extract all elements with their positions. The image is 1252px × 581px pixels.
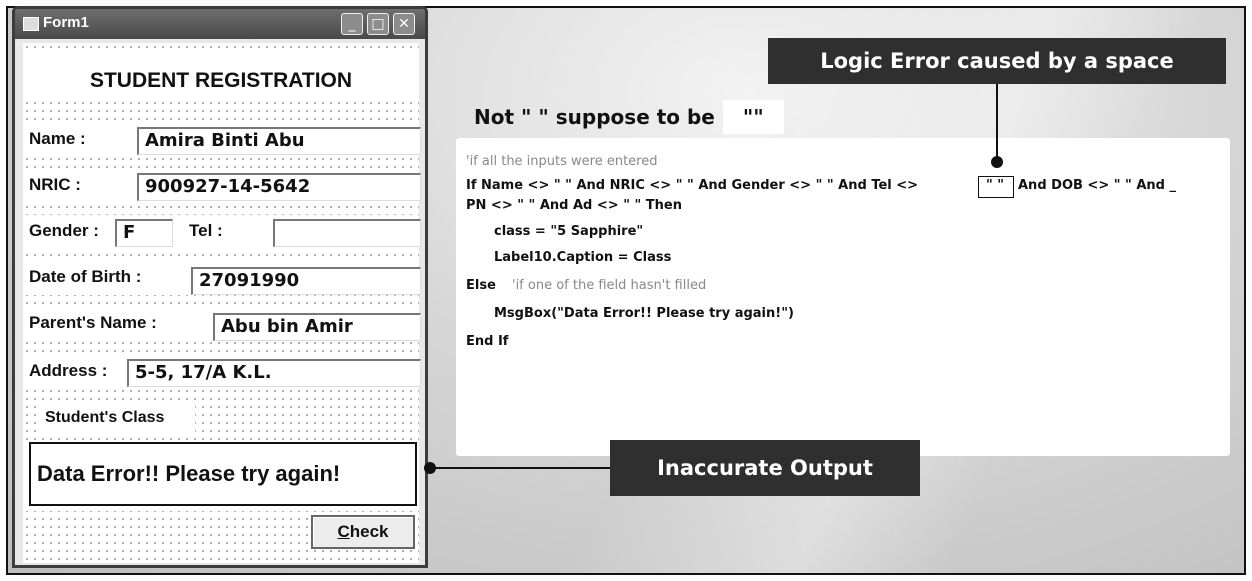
code-if-line-cont: PN <> " " And Ad <> " " Then bbox=[466, 198, 682, 213]
class-output-label: Data Error!! Please try again! bbox=[29, 442, 417, 506]
code-else: Else bbox=[466, 278, 496, 293]
output-dot bbox=[424, 462, 436, 474]
tel-label: Tel : bbox=[189, 221, 223, 240]
parent-label: Parent's Name : bbox=[29, 313, 157, 332]
title-bar[interactable]: Form1 _ □ ✕ bbox=[15, 9, 425, 39]
logic-error-callout: Logic Error caused by a space bbox=[768, 38, 1226, 84]
quote-caption: Not " " suppose to be "" bbox=[474, 100, 784, 134]
correct-quotes-box: "" bbox=[722, 100, 784, 134]
space-highlight-box bbox=[978, 176, 1014, 198]
close-icon[interactable]: ✕ bbox=[393, 13, 415, 35]
logic-error-connector bbox=[996, 84, 998, 160]
code-end-if: End If bbox=[466, 334, 509, 349]
code-panel: 'if all the inputs were entered If Name … bbox=[456, 138, 1230, 456]
dob-input[interactable]: 27091990 bbox=[191, 267, 421, 295]
tel-input[interactable] bbox=[273, 219, 421, 247]
code-if-line-start: If Name <> " " And NRIC <> " " And Gende… bbox=[466, 178, 919, 193]
code-comment-inputs: 'if all the inputs were entered bbox=[466, 154, 658, 169]
code-msgbox: MsgBox("Data Error!! Please try again!") bbox=[494, 306, 794, 321]
gender-input[interactable]: F bbox=[115, 219, 173, 247]
check-button[interactable]: Check bbox=[311, 515, 415, 549]
address-label: Address : bbox=[29, 361, 108, 380]
window-title: Form1 bbox=[43, 14, 89, 31]
inaccurate-output-callout: Inaccurate Output bbox=[610, 440, 920, 496]
output-connector bbox=[430, 467, 610, 469]
parent-input[interactable]: Abu bin Amir bbox=[213, 313, 421, 341]
form-window: Form1 _ □ ✕ STUDENT REGISTRATION Name : … bbox=[12, 6, 428, 568]
class-label: Student's Class bbox=[45, 409, 165, 426]
minimize-icon[interactable]: _ bbox=[341, 13, 363, 35]
quote-caption-text: Not " " suppose to be bbox=[474, 105, 715, 129]
gender-label: Gender : bbox=[29, 221, 99, 240]
logic-error-dot bbox=[991, 156, 1003, 168]
dob-label: Date of Birth : bbox=[29, 267, 142, 286]
check-label-rest: heck bbox=[349, 522, 389, 541]
code-comment-missing: 'if one of the field hasn't filled bbox=[512, 278, 707, 293]
code-label-caption: Label10.Caption = Class bbox=[494, 250, 672, 265]
code-if-line-end: And DOB <> " " And _ bbox=[1018, 178, 1176, 193]
address-input[interactable]: 5-5, 17/A K.L. bbox=[127, 359, 421, 387]
nric-input[interactable]: 900927-14-5642 bbox=[137, 173, 421, 201]
slide: Form1 _ □ ✕ STUDENT REGISTRATION Name : … bbox=[0, 0, 1252, 581]
maximize-icon[interactable]: □ bbox=[367, 13, 389, 35]
name-input[interactable]: Amira Binti Abu bbox=[137, 127, 421, 155]
registration-heading: STUDENT REGISTRATION bbox=[89, 69, 353, 92]
form-icon bbox=[23, 17, 39, 31]
name-label: Name : bbox=[29, 129, 86, 148]
code-class-assign: class = "5 Sapphire" bbox=[494, 224, 644, 239]
check-access-key: C bbox=[337, 522, 350, 541]
nric-label: NRIC : bbox=[29, 175, 81, 194]
